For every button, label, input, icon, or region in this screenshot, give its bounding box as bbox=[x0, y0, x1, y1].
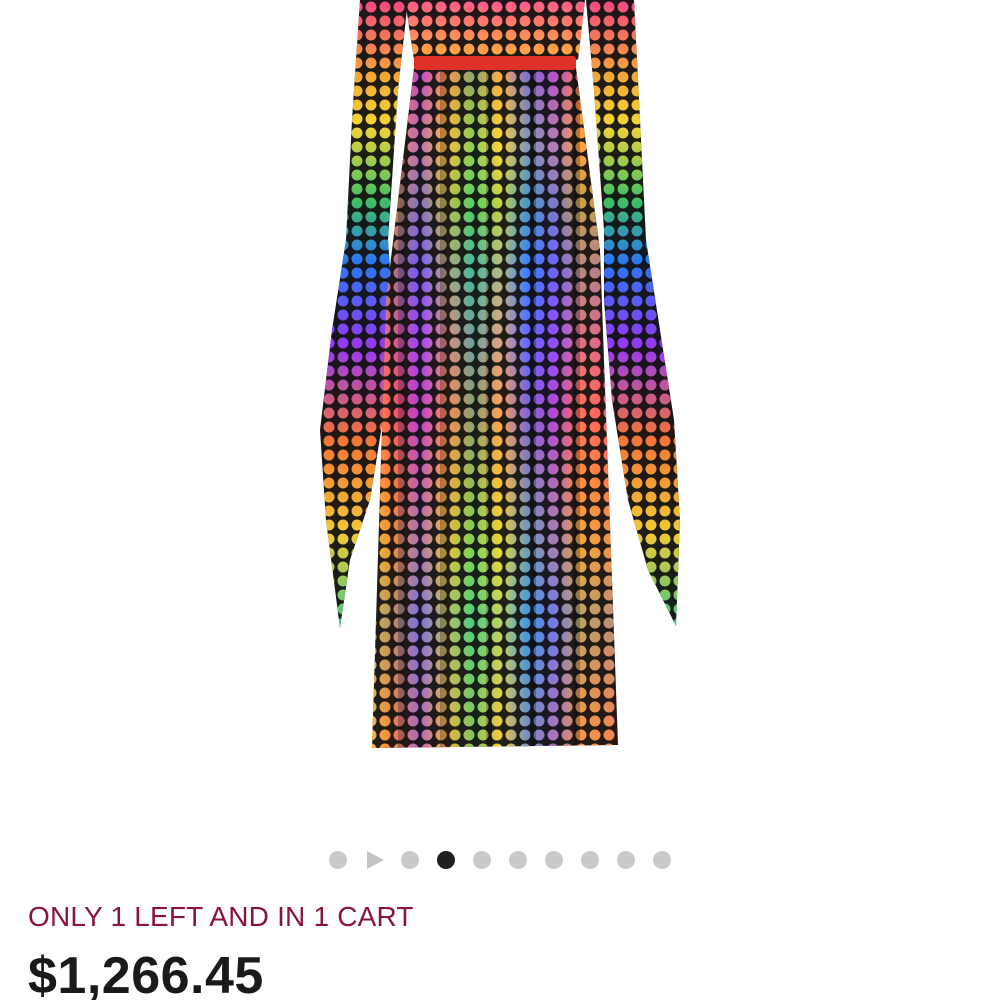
carousel-video-icon[interactable] bbox=[365, 851, 384, 869]
carousel-dot[interactable] bbox=[437, 851, 455, 869]
carousel-dot[interactable] bbox=[617, 851, 635, 869]
carousel-dot[interactable] bbox=[581, 851, 599, 869]
carousel-dots bbox=[0, 848, 1000, 872]
stock-notice: ONLY 1 LEFT AND IN 1 CART bbox=[28, 901, 414, 932]
product-image[interactable] bbox=[0, 0, 1000, 820]
carousel-dot[interactable] bbox=[653, 851, 671, 869]
carousel-dot[interactable] bbox=[329, 851, 347, 869]
dress-photo-icon bbox=[320, 0, 680, 748]
carousel-dot[interactable] bbox=[473, 851, 491, 869]
carousel-dot[interactable] bbox=[545, 851, 563, 869]
carousel-dot[interactable] bbox=[509, 851, 527, 869]
carousel-dot[interactable] bbox=[401, 851, 419, 869]
price: $1,266.45 bbox=[28, 947, 264, 1000]
product-page: ONLY 1 LEFT AND IN 1 CART $1,266.45 bbox=[0, 0, 1000, 1000]
